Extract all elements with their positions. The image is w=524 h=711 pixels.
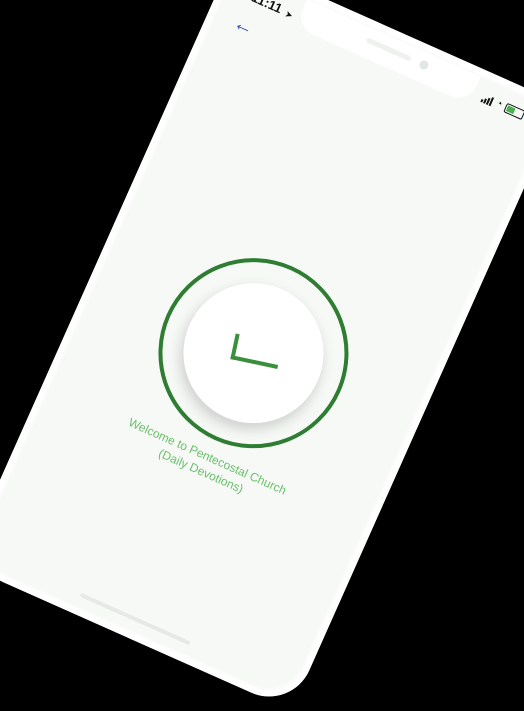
front-camera bbox=[417, 59, 430, 72]
status-bar-time: 11:11 ➤ bbox=[249, 0, 295, 21]
checkmark-icon bbox=[230, 333, 283, 369]
app-screen: 11:11 ➤ ◔ ← Welcome to Pentecostal Churc… bbox=[0, 0, 524, 700]
home-indicator[interactable] bbox=[79, 592, 191, 646]
cellular-signal-icon bbox=[480, 93, 495, 107]
phone-mockup: 11:11 ➤ ◔ ← Welcome to Pentecostal Churc… bbox=[0, 0, 524, 711]
success-disc bbox=[161, 260, 346, 446]
speaker-grille bbox=[365, 37, 412, 62]
phone-notch bbox=[294, 0, 481, 105]
status-time-text: 11:11 bbox=[249, 0, 285, 17]
battery-icon bbox=[503, 102, 524, 121]
wifi-icon: ◔ bbox=[494, 97, 505, 111]
location-arrow-icon: ➤ bbox=[284, 9, 294, 21]
status-bar-indicators: ◔ bbox=[480, 92, 524, 121]
back-arrow-button[interactable]: ← bbox=[230, 12, 257, 40]
